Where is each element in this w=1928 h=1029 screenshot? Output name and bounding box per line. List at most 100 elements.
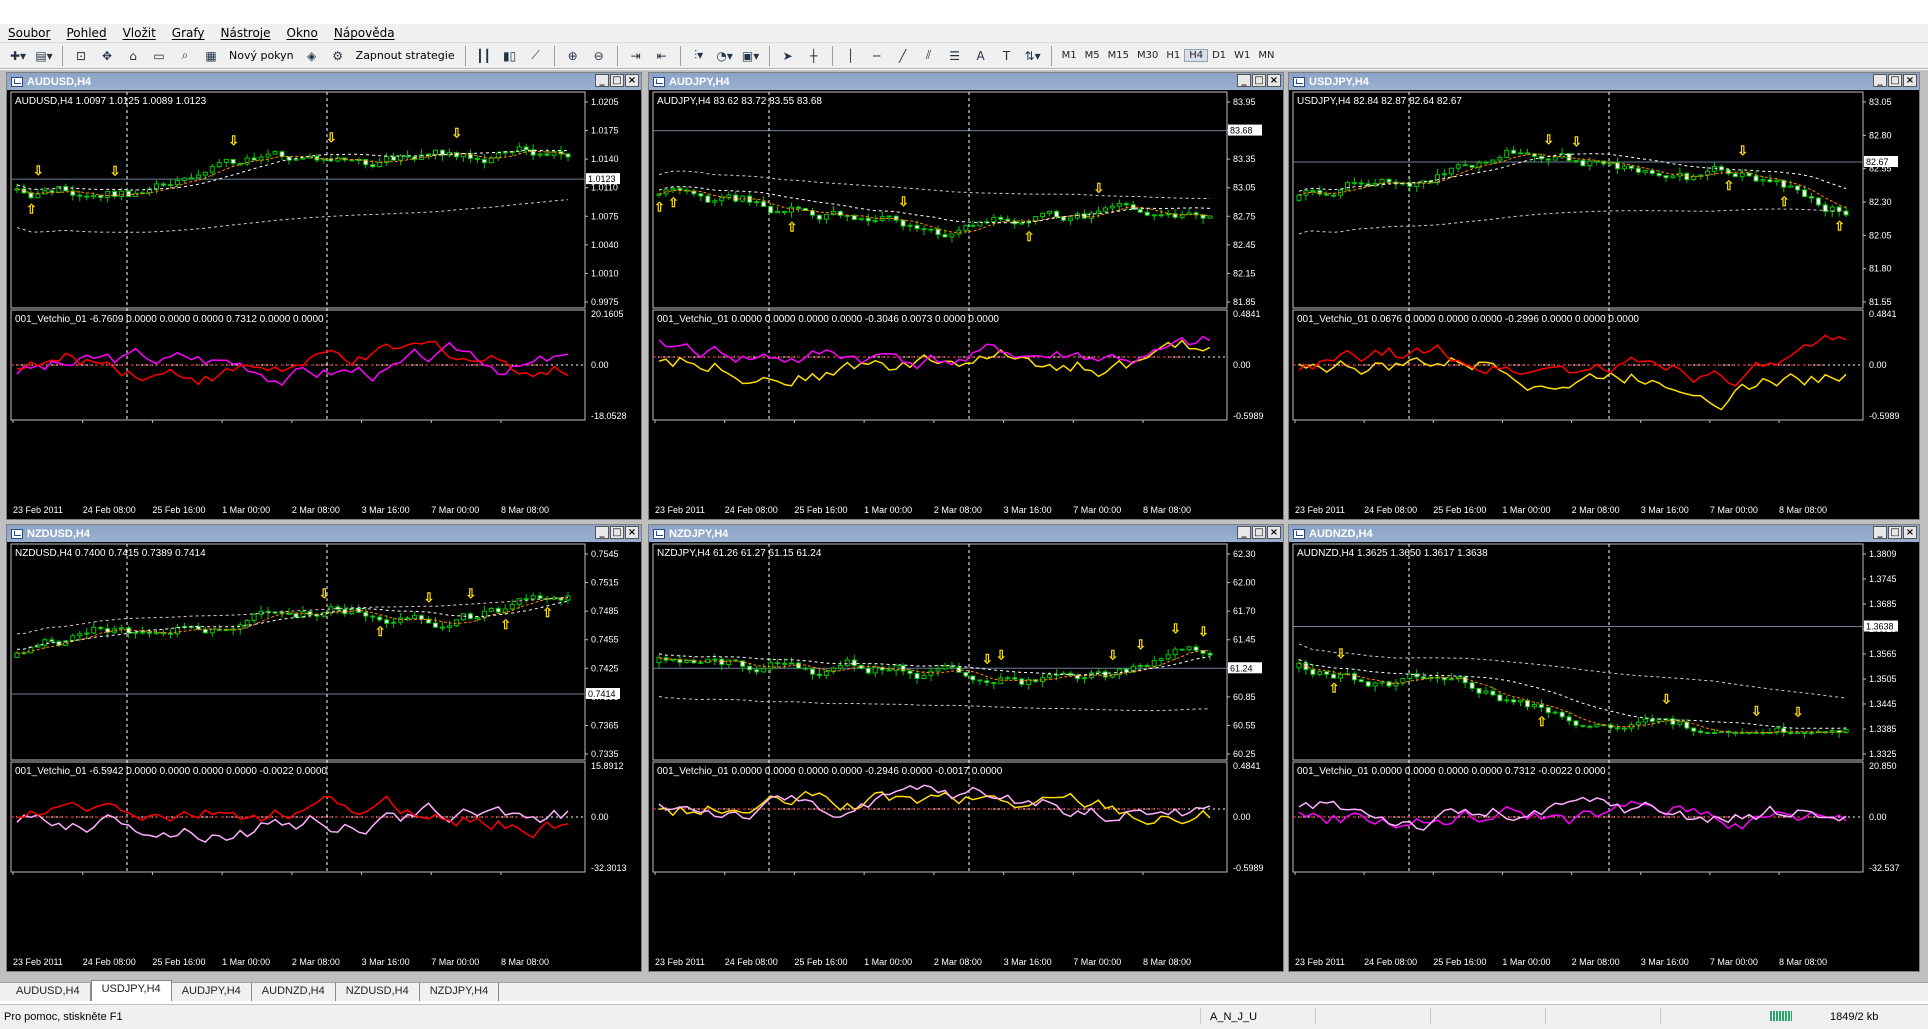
chart-window-titlebar[interactable]: AUDJPY,H4 _ □ × xyxy=(649,73,1283,90)
trendline-icon[interactable]: ╱ xyxy=(891,46,915,66)
new-order-icon[interactable]: ▦ xyxy=(199,46,223,66)
chart-tab-nzdjpy-h4[interactable]: NZDJPY,H4 xyxy=(420,983,500,1001)
timeframe-d1[interactable]: D1 xyxy=(1208,50,1230,61)
timeframe-m30[interactable]: M30 xyxy=(1133,50,1162,61)
close-icon[interactable]: × xyxy=(1267,526,1281,539)
close-icon[interactable]: × xyxy=(625,74,639,87)
close-icon[interactable]: × xyxy=(1903,526,1917,539)
fibonacci-icon[interactable]: ☰ xyxy=(943,46,967,66)
maximize-icon[interactable]: □ xyxy=(610,526,624,539)
text-icon[interactable]: A xyxy=(969,46,993,66)
channel-icon[interactable]: ⫽ xyxy=(917,46,941,66)
candle-body xyxy=(963,224,969,231)
chart-window-titlebar[interactable]: USDJPY,H4 _ □ × xyxy=(1289,73,1919,90)
menu-nápověda[interactable]: Nápověda xyxy=(326,26,403,40)
candle-body xyxy=(133,631,139,634)
menu-okno[interactable]: Okno xyxy=(279,26,326,40)
timeframe-h1[interactable]: H1 xyxy=(1162,50,1184,61)
timeframe-m5[interactable]: M5 xyxy=(1081,50,1104,61)
zoom-in-icon[interactable]: ⊕ xyxy=(561,46,585,66)
templates-icon[interactable]: ▣▾ xyxy=(739,46,763,66)
chart-tab-audusd-h4[interactable]: AUDUSD,H4 xyxy=(6,983,91,1001)
timeframe-mn[interactable]: MN xyxy=(1254,50,1278,61)
minimize-icon[interactable]: _ xyxy=(595,526,609,539)
chart-window-icon xyxy=(1293,528,1305,539)
chart-window-titlebar[interactable]: NZDUSD,H4 _ □ × xyxy=(7,525,641,542)
maximize-icon[interactable]: □ xyxy=(1888,74,1902,87)
chart-tab-audnzd-h4[interactable]: AUDNZD,H4 xyxy=(252,983,336,1001)
menu-pohled[interactable]: Pohled xyxy=(58,26,114,40)
chart-window-titlebar[interactable]: AUDUSD,H4 _ □ × xyxy=(7,73,641,90)
chart-window-usdjpy-h4[interactable]: USDJPY,H4 _ □ × USDJPY,H4 82.84 82.87 82.64 … xyxy=(1288,72,1920,520)
close-icon[interactable]: × xyxy=(1903,74,1917,87)
timeframe-w1[interactable]: W1 xyxy=(1230,50,1254,61)
close-icon[interactable]: × xyxy=(1267,74,1281,87)
minimize-icon[interactable]: _ xyxy=(1873,526,1887,539)
cursor-icon[interactable]: ➤ xyxy=(776,46,800,66)
periods-icon[interactable]: ◔▾ xyxy=(713,46,737,66)
arrows-icon[interactable]: ⇅▾ xyxy=(1021,46,1045,66)
chart-tab-audjpy-h4[interactable]: AUDJPY,H4 xyxy=(172,983,252,1001)
maximize-icon[interactable]: □ xyxy=(1888,526,1902,539)
vertical-line-icon[interactable]: │ xyxy=(839,46,863,66)
price-tick-label: 60.25 xyxy=(1233,749,1256,759)
timeframe-m15[interactable]: M15 xyxy=(1104,50,1133,61)
crosshair-icon[interactable]: ┼ xyxy=(802,46,826,66)
chart-canvas[interactable]: USDJPY,H4 82.84 82.87 82.64 82.67 001_Vet… xyxy=(1289,90,1919,519)
chart-canvas[interactable]: AUDUSD,H4 1.0097 1.0125 1.0089 1.0123 001… xyxy=(7,90,641,519)
menu-nástroje[interactable]: Nástroje xyxy=(213,26,279,40)
profiles-icon[interactable]: ▤▾ xyxy=(32,46,56,66)
buy-arrow-icon: ⇧ xyxy=(787,219,798,234)
chart-window-titlebar[interactable]: AUDNZD,H4 _ □ × xyxy=(1289,525,1919,542)
zoom-out-icon[interactable]: ⊖ xyxy=(587,46,611,66)
chart-tab-usdjpy-h4[interactable]: USDJPY,H4 xyxy=(90,980,172,1001)
chart-shift-icon[interactable]: ⇤ xyxy=(650,46,674,66)
indicator-tick-label: 0.4841 xyxy=(1233,761,1261,771)
chart-window-audnzd-h4[interactable]: AUDNZD,H4 _ □ × AUDNZD,H4 1.3625 1.3650 1.36… xyxy=(1288,524,1920,972)
chart-window-nzdjpy-h4[interactable]: NZDJPY,H4 _ □ × NZDJPY,H4 61.26 61.27 61.15 … xyxy=(648,524,1284,972)
bar-chart-icon[interactable]: ┃┃ xyxy=(472,46,496,66)
folder-icon[interactable]: ⌂ xyxy=(121,46,145,66)
market-watch-icon[interactable]: ⊡ xyxy=(69,46,93,66)
line-chart-icon[interactable]: ⟋ xyxy=(524,46,548,66)
candle-chart-icon[interactable]: ▮▯ xyxy=(498,46,522,66)
new-order-button[interactable]: Nový pokyn xyxy=(225,49,298,62)
text-label-icon[interactable]: T xyxy=(995,46,1019,66)
candle-body xyxy=(1712,166,1717,172)
auto-scroll-icon[interactable]: ⇥ xyxy=(624,46,648,66)
chart-canvas[interactable]: NZDJPY,H4 61.26 61.27 61.15 61.24 001_Vet… xyxy=(649,542,1283,971)
timeframe-m1[interactable]: M1 xyxy=(1058,50,1081,61)
strategies-icon[interactable]: ⚙ xyxy=(326,46,350,66)
meta-editor-icon[interactable]: ◈ xyxy=(300,46,324,66)
chart-window-audjpy-h4[interactable]: AUDJPY,H4 _ □ × AUDJPY,H4 83.62 83.72 83.55 … xyxy=(648,72,1284,520)
close-icon[interactable]: × xyxy=(625,526,639,539)
horizontal-line-icon[interactable]: ─ xyxy=(865,46,889,66)
maximize-icon[interactable]: □ xyxy=(1252,526,1266,539)
chart-canvas[interactable]: AUDNZD,H4 1.3625 1.3650 1.3617 1.3638 001… xyxy=(1289,542,1919,971)
navigator-icon[interactable]: ✥ xyxy=(95,46,119,66)
chart-window-titlebar[interactable]: NZDJPY,H4 _ □ × xyxy=(649,525,1283,542)
indicator-tick-label: -0.5989 xyxy=(1233,863,1264,873)
current-price-label: 83.68 xyxy=(1230,126,1253,136)
indicators-icon[interactable]: ⫶▾ xyxy=(687,46,711,66)
minimize-icon[interactable]: _ xyxy=(1237,526,1251,539)
maximize-icon[interactable]: □ xyxy=(610,74,624,87)
menu-grafy[interactable]: Grafy xyxy=(164,26,213,40)
timeframe-h4[interactable]: H4 xyxy=(1184,49,1209,62)
menu-vložit[interactable]: Vložit xyxy=(115,26,164,40)
minimize-icon[interactable]: _ xyxy=(595,74,609,87)
maximize-icon[interactable]: □ xyxy=(1252,74,1266,87)
minimize-icon[interactable]: _ xyxy=(1873,74,1887,87)
chart-canvas[interactable]: NZDUSD,H4 0.7400 0.7415 0.7389 0.7414 001… xyxy=(7,542,641,971)
indicator-tick-label: 0.00 xyxy=(591,812,609,822)
chart-tab-nzdusd-h4[interactable]: NZDUSD,H4 xyxy=(336,983,420,1001)
chart-canvas[interactable]: AUDJPY,H4 83.62 83.72 83.55 83.68 001_Vet… xyxy=(649,90,1283,519)
chart-window-nzdusd-h4[interactable]: NZDUSD,H4 _ □ × NZDUSD,H4 0.7400 0.7415 0.73… xyxy=(6,524,642,972)
strategies-button[interactable]: Zapnout strategie xyxy=(352,49,459,62)
menu-soubor[interactable]: Soubor xyxy=(0,26,58,40)
minimize-icon[interactable]: _ xyxy=(1237,74,1251,87)
terminal-icon[interactable]: ▭ xyxy=(147,46,171,66)
tester-icon[interactable]: ⌕ xyxy=(173,46,197,66)
chart-window-audusd-h4[interactable]: AUDUSD,H4 _ □ × AUDUSD,H4 1.0097 1.0125 1.00… xyxy=(6,72,642,520)
new-chart-icon[interactable]: ✚▾ xyxy=(6,46,30,66)
